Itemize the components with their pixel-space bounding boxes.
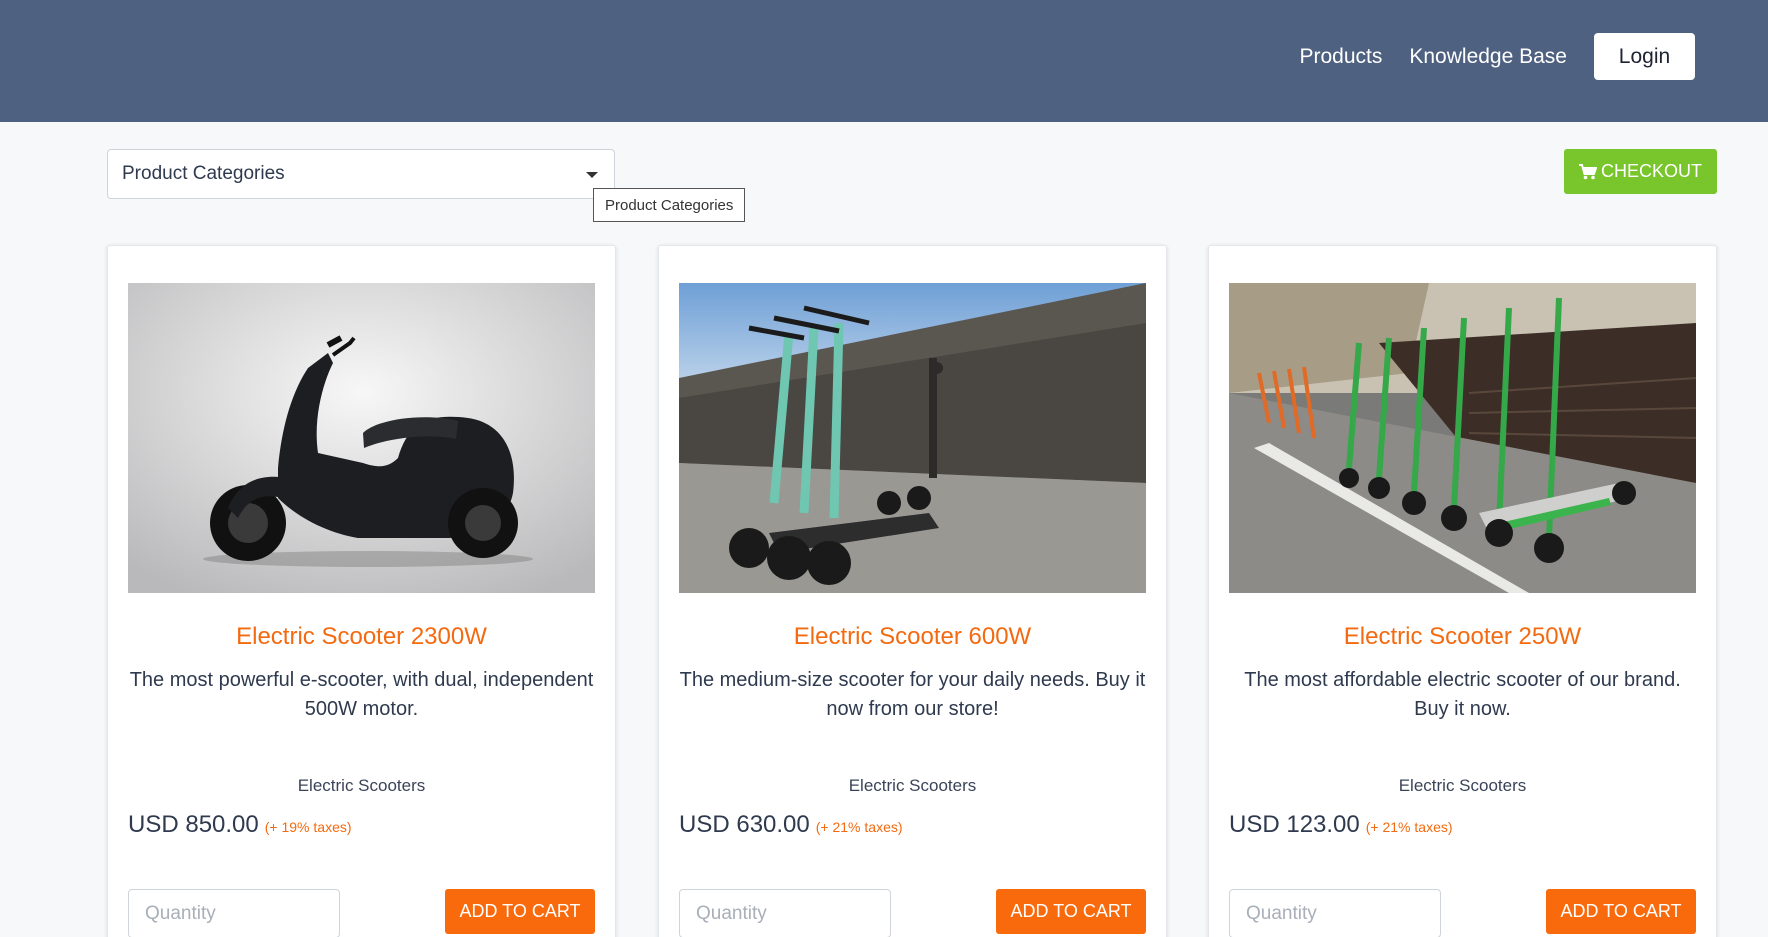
shopping-cart-icon xyxy=(1578,163,1597,179)
product-title[interactable]: Electric Scooter 2300W xyxy=(108,623,615,651)
nav-knowledge-base-link[interactable]: Knowledge Base xyxy=(1409,45,1567,69)
product-image[interactable] xyxy=(128,283,595,593)
product-description: The most affordable electric scooter of … xyxy=(1244,669,1681,720)
chevron-down-icon xyxy=(586,172,598,178)
product-category: Electric Scooters xyxy=(848,776,977,795)
product-title[interactable]: Electric Scooter 600W xyxy=(659,623,1166,651)
price-value: USD 123.00 xyxy=(1229,811,1360,838)
checkout-label: CHECKOUT xyxy=(1600,161,1702,181)
product-price: USD 123.00 (+ 21% taxes) xyxy=(1229,811,1453,839)
product-title[interactable]: Electric Scooter 250W xyxy=(1209,623,1716,651)
price-value: USD 630.00 xyxy=(679,811,810,838)
quantity-input[interactable] xyxy=(679,889,891,937)
checkout-button[interactable]: CHECKOUT xyxy=(1564,149,1717,194)
product-category: Electric Scooters xyxy=(297,776,426,795)
product-categories-select-value: Product Categories xyxy=(122,163,285,184)
tax-note: (+ 19% taxes) xyxy=(264,819,352,835)
price-value: USD 850.00 xyxy=(128,811,259,838)
login-button[interactable]: Login xyxy=(1594,33,1695,80)
nav-products-link[interactable]: Products xyxy=(1300,45,1383,69)
product-image[interactable] xyxy=(679,283,1146,593)
add-to-cart-button[interactable]: ADD TO CART xyxy=(996,889,1146,934)
product-price: USD 630.00 (+ 21% taxes) xyxy=(679,811,903,839)
quantity-input[interactable] xyxy=(128,889,340,937)
product-categories-select[interactable]: Product Categories xyxy=(107,149,615,199)
add-to-cart-button[interactable]: ADD TO CART xyxy=(1546,889,1696,934)
product-card: Electric Scooter 250W The most affordabl… xyxy=(1208,245,1717,937)
select-tooltip: Product Categories xyxy=(593,188,746,222)
product-description: The most powerful e-scooter, with dual, … xyxy=(129,669,594,720)
top-navbar: Products Knowledge Base Login xyxy=(0,0,1768,122)
product-image[interactable] xyxy=(1229,283,1696,593)
product-category: Electric Scooters xyxy=(1398,776,1527,795)
product-card: Electric Scooter 2300W The most powerful… xyxy=(107,245,616,937)
quantity-input[interactable] xyxy=(1229,889,1441,937)
tax-note: (+ 21% taxes) xyxy=(1365,819,1453,835)
add-to-cart-button[interactable]: ADD TO CART xyxy=(445,889,595,934)
product-card: Electric Scooter 600W The medium-size sc… xyxy=(658,245,1167,937)
product-description: The medium-size scooter for your daily n… xyxy=(679,669,1146,720)
main-nav: Products Knowledge Base Login xyxy=(1300,33,1695,80)
product-price: USD 850.00 (+ 19% taxes) xyxy=(128,811,352,839)
tax-note: (+ 21% taxes) xyxy=(815,819,903,835)
